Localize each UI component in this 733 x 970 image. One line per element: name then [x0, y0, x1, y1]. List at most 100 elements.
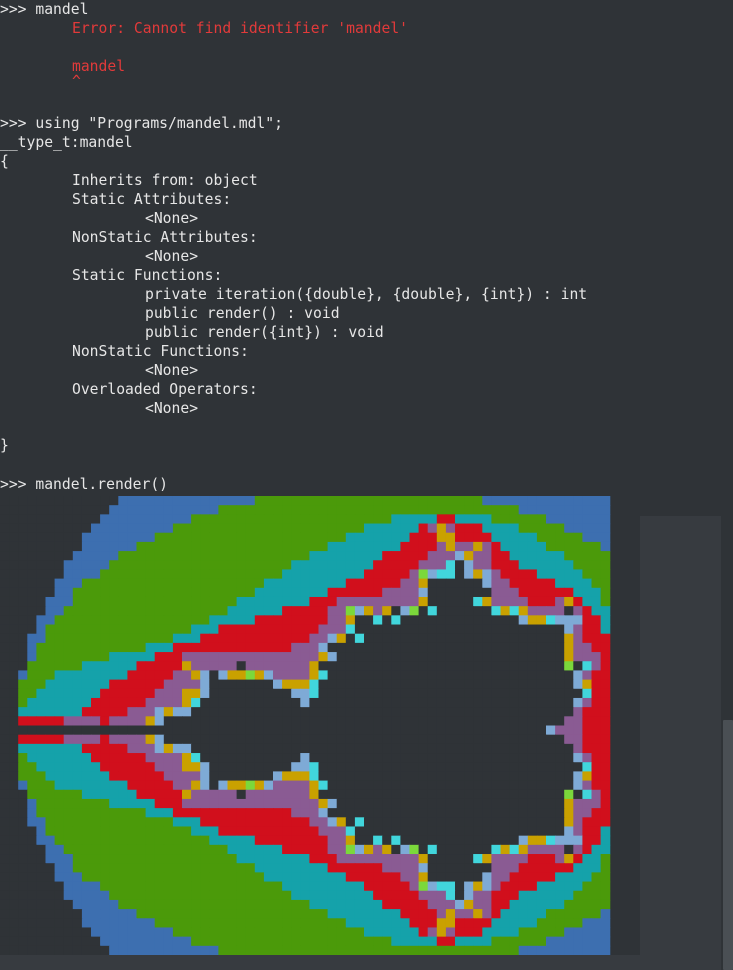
- render-cell: [136, 762, 147, 772]
- render-cell: [391, 688, 401, 699]
- render-cell: [318, 798, 329, 809]
- render-cell: [364, 918, 374, 929]
- render-cell: [81, 532, 92, 543]
- render-cell: [263, 514, 274, 525]
- render-cell: [27, 899, 37, 910]
- render-cell: [63, 936, 74, 947]
- render-cell: [527, 541, 538, 552]
- render-cell: [482, 496, 492, 506]
- render-cell: [191, 863, 201, 873]
- render-cell: [45, 863, 56, 873]
- render-cell: [318, 661, 329, 672]
- render-cell: [209, 753, 219, 763]
- render-cell: [409, 817, 420, 828]
- render-cell: [273, 899, 283, 910]
- render-cell: [318, 854, 329, 864]
- render-cell: [364, 854, 374, 864]
- render-cell: [136, 817, 147, 828]
- render-cell: [127, 826, 138, 837]
- terminal-window: >>> mandel Error: Cannot find identifier…: [0, 0, 733, 970]
- render-cell: [9, 771, 19, 782]
- render-cell: [91, 688, 101, 699]
- render-cell: [546, 633, 556, 644]
- render-cell: [100, 854, 110, 864]
- render-cell: [382, 514, 392, 525]
- render-cell: [227, 496, 238, 506]
- render-cell: [109, 661, 119, 672]
- render-cell: [172, 697, 183, 708]
- render-cell: [282, 688, 292, 699]
- render-cell: [582, 743, 593, 754]
- render-cell: [482, 890, 492, 901]
- render-cell: [527, 927, 538, 938]
- render-cell: [473, 798, 483, 809]
- render-cell: [391, 697, 401, 708]
- render-cell: [427, 817, 438, 828]
- render-cell: [36, 532, 47, 543]
- render-cell: [136, 753, 147, 763]
- render-cell: [27, 890, 37, 901]
- render-cell: [500, 587, 511, 598]
- render-cell: [409, 496, 420, 506]
- render-cell: [336, 798, 347, 809]
- render-cell: [81, 661, 92, 672]
- render-cell: [418, 936, 429, 947]
- render-cell: [373, 523, 383, 534]
- render-cell: [491, 578, 502, 589]
- render-cell: [309, 633, 320, 644]
- render-cell: [373, 872, 383, 883]
- render-cell: [263, 679, 274, 690]
- render-cell: [227, 854, 238, 864]
- render-cell: [254, 881, 265, 892]
- render-cell: [127, 872, 138, 883]
- render-cell: [354, 716, 365, 727]
- render-cell: [18, 532, 28, 543]
- render-cell: [36, 789, 47, 800]
- render-cell: [336, 560, 347, 571]
- render-cell: [245, 863, 256, 873]
- render-cell: [445, 881, 456, 892]
- render-cell: [318, 771, 329, 782]
- render-cell: [564, 578, 574, 589]
- render-cell: [145, 624, 156, 635]
- render-cell: [263, 541, 274, 552]
- render-cell: [327, 844, 338, 855]
- render-cell: [45, 697, 56, 708]
- render-cell: [163, 881, 174, 892]
- render-cell: [364, 688, 374, 699]
- render-cell: [473, 890, 483, 901]
- render-cell: [236, 771, 247, 782]
- render-cell: [127, 596, 138, 607]
- render-cell: [81, 734, 92, 745]
- render-cell: [154, 670, 165, 681]
- render-cell: [391, 899, 401, 910]
- render-cell: [91, 652, 101, 662]
- render-cell: [63, 505, 74, 515]
- render-cell: [236, 670, 247, 681]
- render-cell: [245, 936, 256, 947]
- scrollbar-thumb[interactable]: [723, 720, 733, 970]
- render-cell: [509, 679, 520, 690]
- render-cell: [254, 615, 265, 626]
- render-cell: [273, 881, 283, 892]
- render-cell: [9, 863, 19, 873]
- render-cell: [81, 560, 92, 571]
- render-cell: [345, 789, 356, 800]
- render-cell: [182, 863, 192, 873]
- render-cell: [91, 817, 101, 828]
- render-cell: [172, 532, 183, 543]
- render-cell: [455, 808, 465, 818]
- render-cell: [245, 826, 256, 837]
- render-cell: [373, 707, 383, 717]
- render-cell: [600, 688, 611, 699]
- render-cell: [45, 560, 56, 571]
- render-cell: [436, 514, 447, 525]
- render-cell: [318, 844, 329, 855]
- render-cell: [336, 670, 347, 681]
- render-cell: [63, 890, 74, 901]
- render-cell: [500, 789, 511, 800]
- render-cell: [100, 909, 110, 919]
- render-cell: [18, 753, 28, 763]
- render-cell: [564, 872, 574, 883]
- render-cell: [300, 826, 310, 837]
